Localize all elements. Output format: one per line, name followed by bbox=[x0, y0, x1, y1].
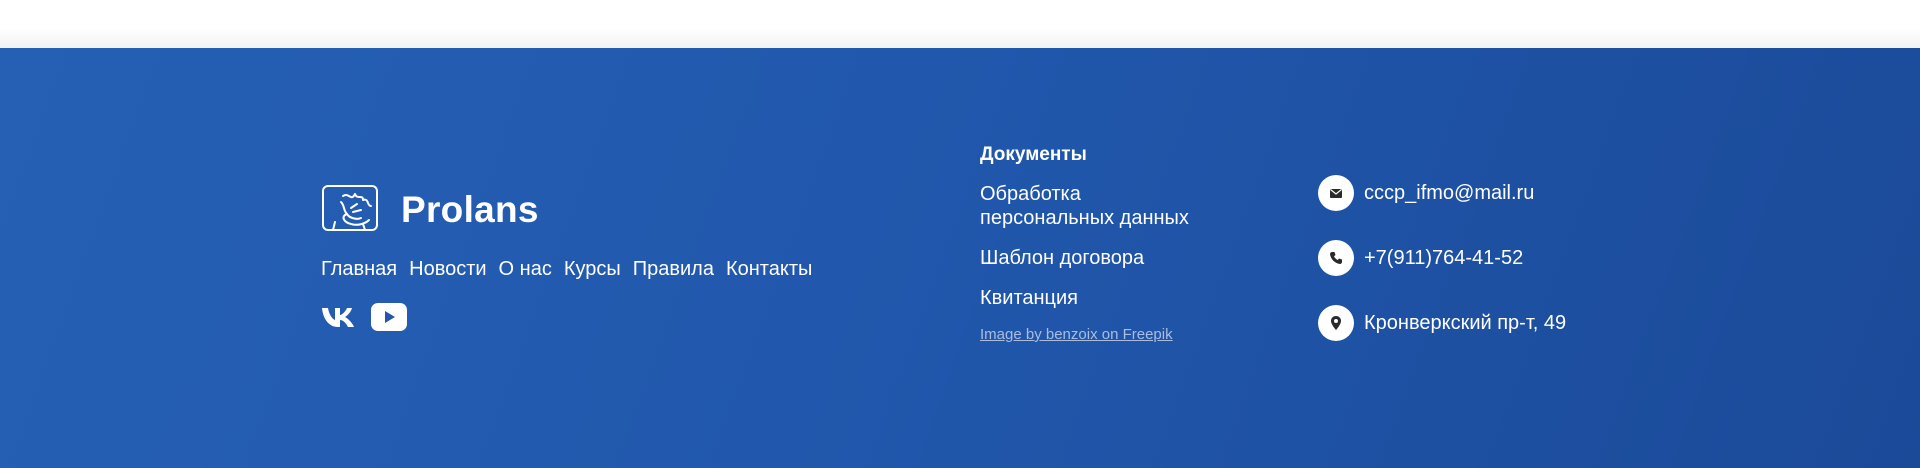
nav-link-about[interactable]: О нас bbox=[499, 257, 552, 281]
phone-icon bbox=[1318, 240, 1354, 276]
mail-icon bbox=[1318, 175, 1354, 211]
nav-link-rules[interactable]: Правила bbox=[633, 257, 714, 281]
doc-link-receipt[interactable]: Квитанция bbox=[980, 286, 1200, 310]
documents-section: Документы Обработка персональных данных … bbox=[980, 143, 1200, 360]
contact-email-text: cccp_ifmo@mail.ru bbox=[1364, 182, 1535, 204]
nav-link-contacts[interactable]: Контакты bbox=[726, 257, 812, 281]
nav-link-news[interactable]: Новости bbox=[409, 257, 486, 281]
youtube-icon[interactable] bbox=[371, 303, 407, 331]
contact-phone-text: +7(911)764-41-52 bbox=[1364, 247, 1524, 269]
contact-address[interactable]: Кронверкский пр-т, 49 bbox=[1318, 305, 1566, 341]
vk-icon[interactable] bbox=[320, 305, 356, 329]
image-credit-link[interactable]: Image by benzoix on Freepik bbox=[980, 326, 1200, 344]
page-top-area bbox=[0, 0, 1920, 48]
documents-title: Документы bbox=[980, 144, 1087, 165]
footer-nav: Главная Новости О нас Курсы Правила Конт… bbox=[321, 257, 812, 281]
location-pin-icon bbox=[1318, 305, 1354, 341]
doc-link-contract-template[interactable]: Шаблон договора bbox=[980, 246, 1200, 270]
brand-name: Prolans bbox=[401, 188, 539, 230]
contact-email[interactable]: cccp_ifmo@mail.ru bbox=[1318, 175, 1566, 211]
social-links bbox=[320, 303, 407, 331]
footer-brand[interactable]: Prolans bbox=[321, 184, 539, 234]
contact-phone[interactable]: +7(911)764-41-52 bbox=[1318, 240, 1566, 276]
nav-link-home[interactable]: Главная bbox=[321, 257, 397, 281]
doc-link-personal-data[interactable]: Обработка персональных данных bbox=[980, 182, 1200, 230]
contact-address-text: Кронверкский пр-т, 49 bbox=[1364, 312, 1567, 334]
nav-link-courses[interactable]: Курсы bbox=[564, 257, 621, 281]
site-footer: Prolans Главная Новости О нас Курсы Прав… bbox=[0, 48, 1920, 468]
contacts-section: cccp_ifmo@mail.ru +7(911)764-41-52 Кронв… bbox=[1318, 175, 1566, 370]
prolans-logo-icon bbox=[322, 185, 378, 231]
